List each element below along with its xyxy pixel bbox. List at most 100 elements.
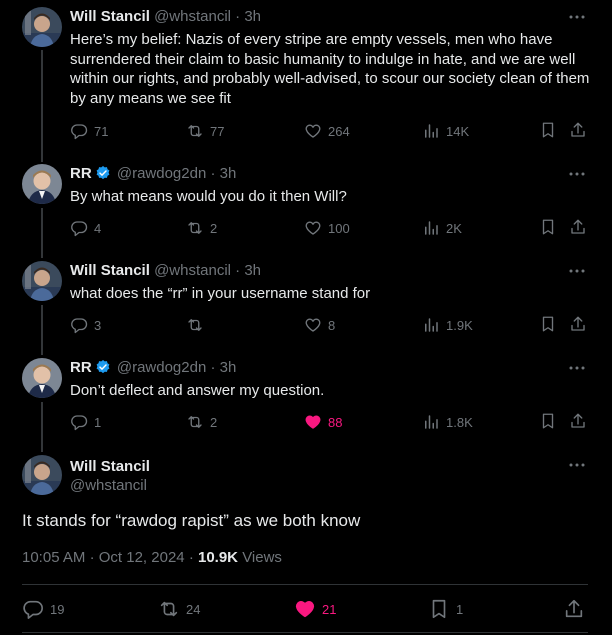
repost-button[interactable]: 24 [158,597,200,621]
tweet-actions: 1 2 88 1.8K [70,412,590,432]
repost-count: 2 [210,414,218,430]
separator-dot: · [210,165,216,182]
reply-button[interactable]: 1 [70,412,101,432]
tweet-header: RR @rawdog2dn · 3h [70,164,236,184]
main-tweet-text: It stands for “rawdog rapist” as we both… [22,511,361,530]
repost-button[interactable] [186,315,210,335]
more-icon[interactable] [568,262,586,280]
views-count: 1.9K [446,317,473,333]
views-icon [425,318,438,332]
author-handle[interactable]: @whstancil [154,262,231,279]
more-icon[interactable] [568,165,586,183]
author-name[interactable]: Will Stancil [70,8,150,25]
like-icon [305,415,321,429]
repost-button[interactable]: 2 [186,218,217,238]
author-name[interactable]: RR [70,165,92,182]
tweet-date[interactable]: Oct 12, 2024 [99,549,185,566]
bookmark-icon[interactable] [539,121,557,139]
like-icon [305,318,321,332]
tweet-text: what does the “rr” in your username stan… [70,285,371,302]
avatar[interactable] [22,7,62,47]
author-name[interactable]: Will Stancil [70,262,150,279]
like-icon [305,124,321,138]
tweet[interactable]: Will Stancil @whstancil · 3h Here’s my b… [0,0,612,150]
tweet-time[interactable]: 3h [244,8,261,25]
like-count: 88 [328,414,343,430]
repost-button[interactable]: 2 [186,412,217,432]
separator-dot: · [210,359,216,376]
author-handle[interactable]: @rawdog2dn [117,359,206,376]
author-name[interactable]: RR [70,359,92,376]
views-count: 10.9K [197,549,239,566]
avatar[interactable] [22,261,62,301]
tweet-actions: 3 8 1.9K [70,315,590,335]
like-count: 8 [328,317,336,333]
separator-dot: · [235,262,241,279]
avatar[interactable] [22,164,62,204]
share-icon[interactable] [569,315,587,333]
verified-icon [96,360,110,374]
more-icon[interactable] [568,359,586,377]
tweet[interactable]: RR @rawdog2dn · 3h By what means would y… [0,160,612,250]
reply-count: 19 [50,601,65,617]
views-button[interactable]: 2K [422,218,462,238]
repost-button[interactable]: 77 [186,121,224,141]
tweet-actions: 4 2 100 2K [70,218,590,238]
more-icon[interactable] [568,8,586,26]
like-count: 21 [322,601,337,617]
reply-button[interactable]: 71 [70,121,108,141]
share-button[interactable] [563,597,591,621]
reply-count: 1 [94,414,102,430]
views-count: 14K [446,123,470,139]
tweet-time[interactable]: 10:05 AM [22,549,85,566]
like-button[interactable]: 21 [294,597,336,621]
divider [22,632,588,633]
reply-button[interactable]: 19 [22,597,64,621]
share-icon[interactable] [569,121,587,139]
views-label: Views [242,549,282,566]
bookmark-button[interactable]: 1 [428,597,463,621]
separator-dot: · [188,549,194,566]
tweet-time[interactable]: 3h [244,262,261,279]
reply-button[interactable]: 4 [70,218,101,238]
more-icon[interactable] [568,456,586,474]
avatar[interactable] [22,455,62,495]
repost-count: 24 [186,601,201,617]
like-count: 100 [328,220,350,236]
bookmark-icon[interactable] [539,218,557,236]
share-icon[interactable] [569,412,587,430]
bookmark-icon[interactable] [539,412,557,430]
author-handle[interactable]: @whstancil [70,476,147,496]
bookmark-icon[interactable] [539,315,557,333]
tweet-text: By what means would you do it then Will? [70,188,347,205]
author-handle[interactable]: @rawdog2dn [117,165,206,182]
views-button[interactable]: 14K [422,121,469,141]
reply-button[interactable]: 3 [70,315,101,335]
reply-icon [71,221,88,237]
like-button[interactable]: 8 [304,315,335,335]
views-button[interactable]: 1.8K [422,412,473,432]
main-tweet-actions: 19 24 21 1 [22,597,588,621]
verified-icon [96,166,110,180]
separator-dot: · [235,8,241,25]
like-button[interactable]: 100 [304,218,350,238]
tweet-time[interactable]: 3h [220,165,237,182]
like-icon [305,221,321,235]
avatar[interactable] [22,358,62,398]
views-button[interactable]: 1.9K [422,315,473,335]
bookmark-icon [432,599,446,619]
repost-icon [188,319,202,331]
author-handle[interactable]: @whstancil [154,8,231,25]
views-count: 2K [446,220,462,236]
like-button[interactable]: 88 [304,412,342,432]
like-button[interactable]: 264 [304,121,350,141]
tweet[interactable]: RR @rawdog2dn · 3h Don’t deflect and ans… [0,354,612,444]
author-name[interactable]: Will Stancil [70,457,150,477]
tweet[interactable]: Will Stancil @whstancil · 3h what does t… [0,257,612,347]
divider [22,584,588,585]
tweet-time[interactable]: 3h [220,359,237,376]
views-icon [425,415,438,429]
share-icon[interactable] [569,218,587,236]
repost-icon [188,125,202,137]
repost-icon [160,601,178,617]
